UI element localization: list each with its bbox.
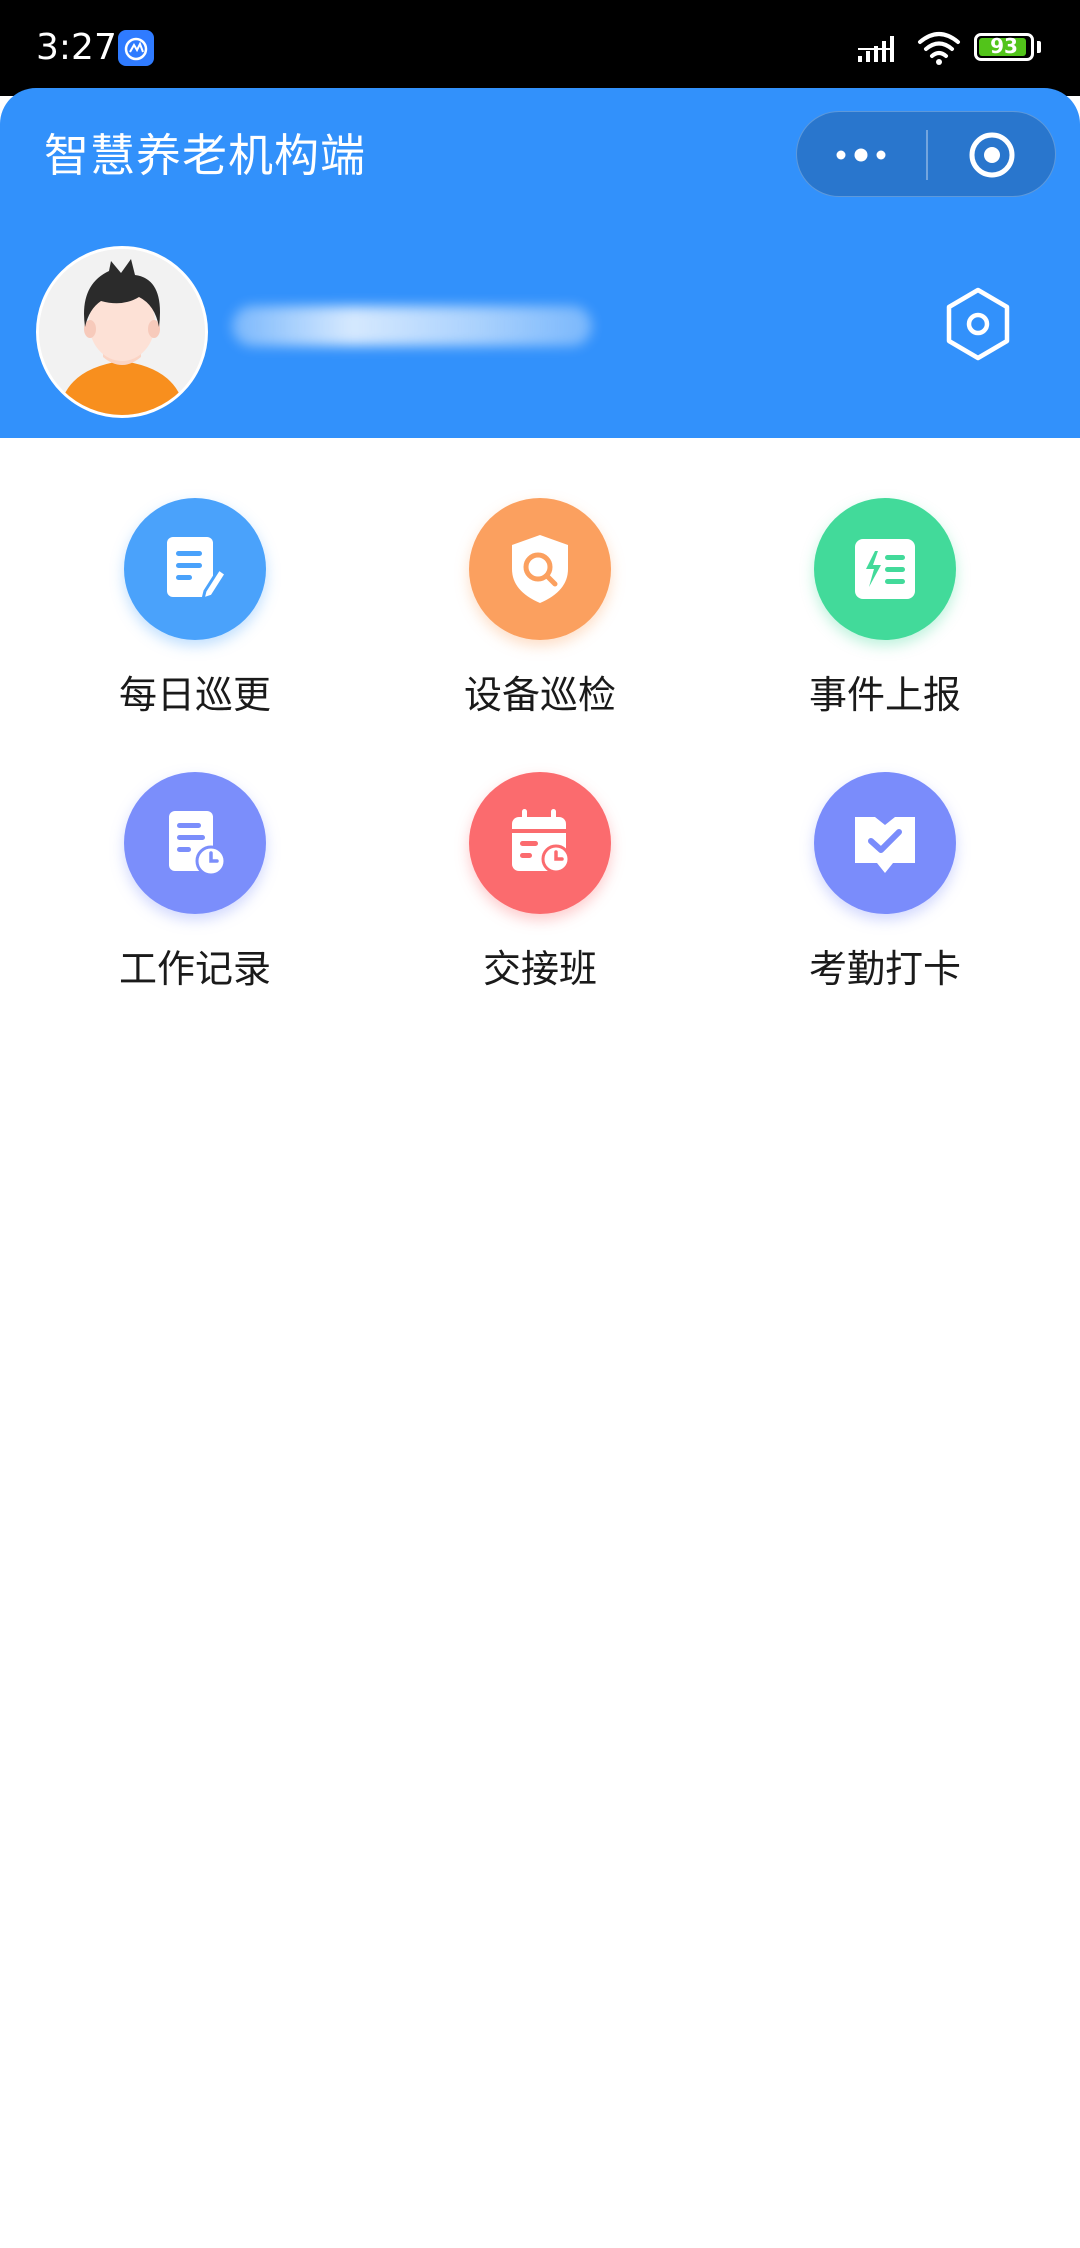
screen: 3:27 93 智慧养老机构端 每日巡更 设备巡检 事件上报 工作记录 交接班 …: [0, 0, 1080, 2248]
document-edit-icon: [124, 498, 266, 640]
report-list-icon: [814, 498, 956, 640]
menu-label: 事件上报: [808, 673, 961, 717]
calendar-clock-icon: [469, 772, 611, 914]
status-time: 3:27: [36, 27, 117, 68]
more-button[interactable]: [797, 112, 925, 198]
menu-item-attendance[interactable]: 考勤打卡: [735, 754, 1035, 994]
checkin-icon: [814, 772, 956, 914]
settings-hexagon-icon: [946, 287, 1010, 361]
menu-item-daily-patrol[interactable]: 每日巡更: [45, 480, 345, 720]
shield-search-icon: [469, 498, 611, 640]
menu-item-shift-handover[interactable]: 交接班: [390, 754, 690, 994]
close-button[interactable]: [928, 112, 1056, 198]
wifi-icon: [918, 32, 960, 65]
record-clock-icon: [124, 772, 266, 914]
menu-label: 设备巡检: [463, 673, 616, 717]
username: [232, 306, 592, 346]
menu-label: 工作记录: [118, 947, 271, 991]
close-target-icon: [969, 132, 1015, 178]
app-badge-icon: [118, 30, 154, 66]
battery-icon: 93: [974, 33, 1034, 61]
menu-item-event-report[interactable]: 事件上报: [735, 480, 1035, 720]
menu-item-work-record[interactable]: 工作记录: [45, 754, 345, 994]
capsule-menu: [796, 111, 1056, 197]
status-bar: 3:27 93: [0, 0, 1080, 96]
app-title: 智慧养老机构端: [44, 129, 367, 182]
menu-label: 每日巡更: [118, 673, 271, 717]
signal-icon: [858, 36, 894, 62]
battery-text: 93: [990, 34, 1018, 58]
more-dots-icon: [836, 148, 886, 162]
avatar[interactable]: [36, 246, 208, 418]
menu-item-device-inspection[interactable]: 设备巡检: [390, 480, 690, 720]
battery-tip: [1037, 41, 1041, 53]
menu-label: 考勤打卡: [808, 947, 961, 991]
header: 智慧养老机构端: [0, 88, 1080, 438]
menu-label: 交接班: [482, 947, 597, 991]
settings-button[interactable]: [944, 286, 1012, 362]
